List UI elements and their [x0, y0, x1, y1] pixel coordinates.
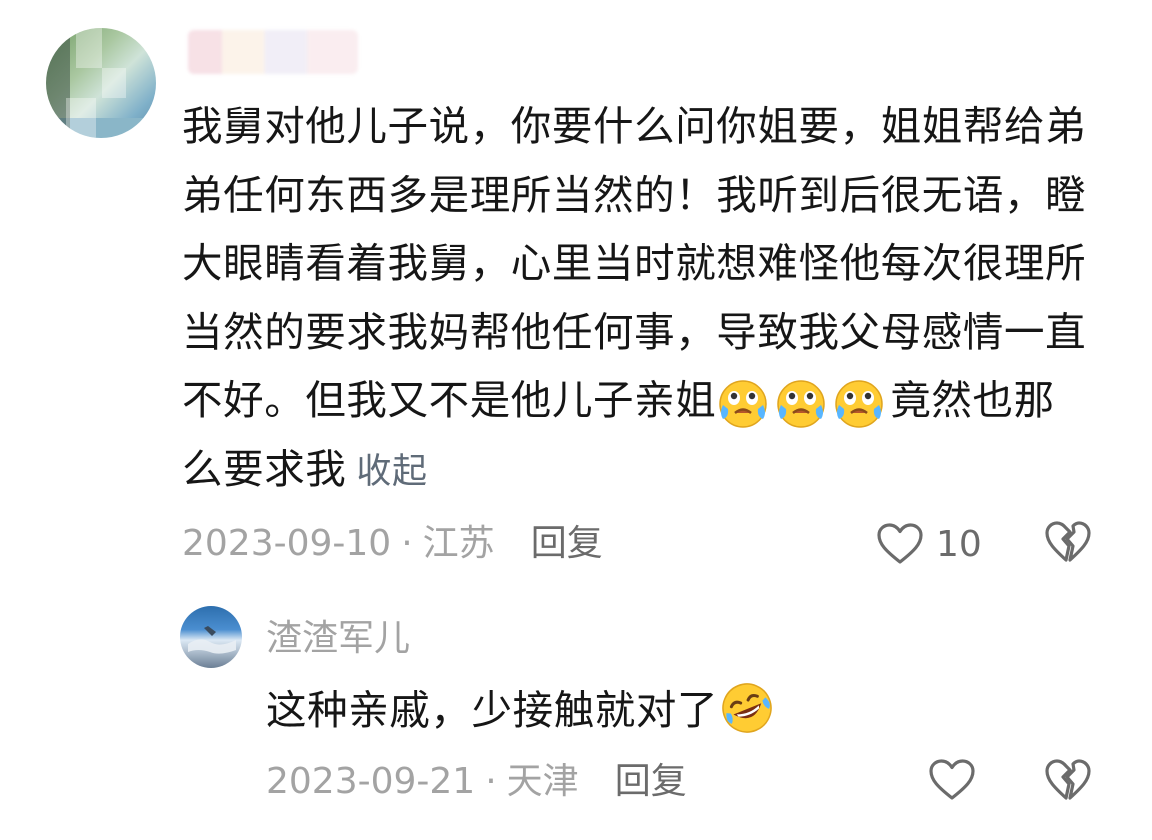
- broken-heart-icon: [1045, 521, 1091, 562]
- dislike-button[interactable]: [1044, 758, 1092, 808]
- avatar-image: [188, 626, 236, 654]
- avatar-pixel-block: [66, 98, 96, 138]
- broken-heart-icon: [1045, 759, 1091, 800]
- avatar[interactable]: [180, 606, 242, 668]
- meta-separator: ·: [401, 523, 413, 564]
- like-button[interactable]: [928, 758, 976, 806]
- comment-body: 这种亲戚，少接触就对了: [266, 686, 719, 734]
- comment-location: 江苏: [422, 523, 495, 564]
- reply-button[interactable]: 回复: [615, 761, 687, 802]
- comment-text: 这种亲戚，少接触就对了: [266, 680, 776, 740]
- comment-date: 2023-09-21: [266, 761, 476, 802]
- crying-face-icon: [719, 380, 768, 428]
- crying-face-icon: [777, 380, 826, 428]
- avatar-pixel-block: [102, 68, 126, 98]
- avatar[interactable]: [46, 28, 156, 138]
- dislike-button[interactable]: [1044, 520, 1092, 570]
- heart-icon: [877, 523, 923, 564]
- comment-meta: 2023-09-10 · 江苏 回复: [182, 518, 603, 570]
- heart-icon: [929, 759, 975, 800]
- comment-date: 2023-09-10: [182, 523, 392, 564]
- avatar-pixel-block: [76, 28, 102, 68]
- comment-location: 天津: [506, 761, 579, 802]
- comment-username[interactable]: 渣渣军儿: [266, 614, 410, 664]
- reply-button[interactable]: 回复: [531, 523, 603, 564]
- comment-thread: 哇真 我舅对他儿子说，你要什么问你姐要，姐姐帮给弟弟任何东西多是理所当然的！我听…: [0, 0, 1152, 840]
- laughing-face-icon: [722, 683, 772, 733]
- meta-separator: ·: [485, 761, 497, 802]
- comment-meta: 2023-09-21 · 天津 回复: [266, 756, 687, 808]
- comment-username[interactable]: 哇真: [188, 30, 358, 74]
- like-count: 10: [936, 523, 982, 565]
- like-button[interactable]: 10: [876, 518, 982, 570]
- comment-text: 我舅对他儿子说，你要什么问你姐要，姐姐帮给弟弟任何东西多是理所当然的！我听到后很…: [182, 92, 1092, 506]
- crying-face-icon: [835, 380, 884, 428]
- emoji-group: [716, 365, 890, 434]
- collapse-button[interactable]: 收起: [356, 452, 427, 492]
